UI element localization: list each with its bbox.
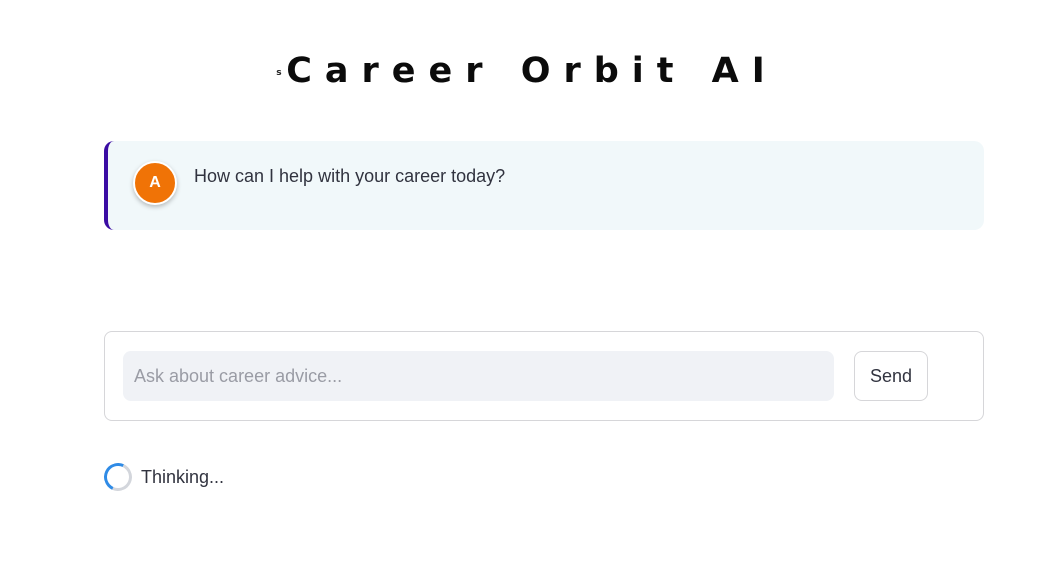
app-title: s Career Orbit AI: [276, 50, 778, 92]
spinner-icon: [100, 459, 136, 495]
status-text: Thinking...: [141, 466, 225, 487]
app-title-text: Career Orbit AI: [286, 51, 778, 91]
send-button[interactable]: Send: [854, 351, 928, 401]
assistant-message-text: How can I help with your career today?: [194, 166, 506, 186]
chat-input[interactable]: [123, 351, 834, 401]
status-indicator: Thinking...: [100, 459, 225, 495]
chat-input-form: Send: [104, 331, 984, 421]
header: s Career Orbit AI: [0, 50, 1054, 92]
assistant-message: A How can I help with your career today?: [104, 141, 984, 230]
assistant-avatar: A: [133, 161, 177, 205]
app-page: s Career Orbit AI A How can I help with …: [0, 0, 1054, 564]
title-mark: s: [276, 68, 282, 78]
